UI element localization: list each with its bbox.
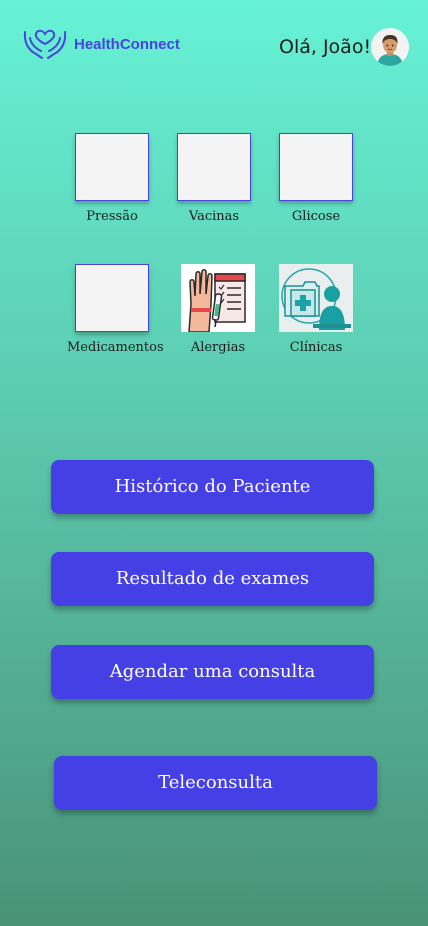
tile-medicamentos[interactable]: Medicamentos xyxy=(67,264,164,355)
exam-results-button[interactable]: Resultado de exames xyxy=(51,552,374,606)
pressao-placeholder-image xyxy=(75,133,149,201)
tile-label: Alergias xyxy=(190,340,246,355)
teleconsult-button[interactable]: Teleconsulta xyxy=(54,756,377,810)
tile-alergias[interactable]: Alergias xyxy=(173,264,263,355)
vacinas-placeholder-image xyxy=(177,133,251,201)
tile-clinicas[interactable]: Clínicas xyxy=(271,264,361,355)
tile-vacinas[interactable]: Vacinas xyxy=(169,133,259,224)
patient-history-button[interactable]: Histórico do Paciente xyxy=(51,460,374,514)
tile-label: Pressão xyxy=(86,209,138,224)
glicose-placeholder-image xyxy=(279,133,353,201)
tile-label: Clínicas xyxy=(289,340,343,355)
user-greeting: Olá, João! xyxy=(279,36,372,58)
avatar[interactable] xyxy=(371,28,409,66)
tile-glicose[interactable]: Glicose xyxy=(271,133,361,224)
medicamentos-placeholder-image xyxy=(75,264,149,332)
tile-pressao[interactable]: Pressão xyxy=(67,133,157,224)
clinic-doctor-icon xyxy=(279,264,353,332)
brand-name: HealthConnect xyxy=(74,35,180,53)
user-avatar-icon xyxy=(371,28,409,66)
tile-label: Glicose xyxy=(291,209,341,224)
tile-label: Vacinas xyxy=(188,209,240,224)
app-logo: HealthConnect xyxy=(22,24,180,62)
allergy-test-icon xyxy=(181,264,255,332)
schedule-appointment-button[interactable]: Agendar uma consulta xyxy=(51,645,374,699)
tile-label: Medicamentos xyxy=(67,340,164,355)
heart-hands-icon xyxy=(23,29,67,59)
